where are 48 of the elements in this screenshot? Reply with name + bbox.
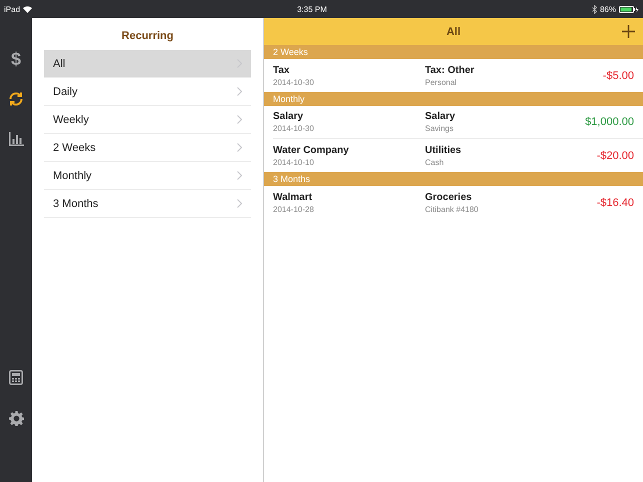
bluetooth-icon bbox=[592, 4, 597, 14]
chevron-icon bbox=[237, 143, 242, 152]
account-name: Citibank #4180 bbox=[425, 204, 480, 214]
transaction-date: 2014-10-30 bbox=[273, 124, 315, 133]
wifi-icon bbox=[23, 6, 32, 12]
bar-chart-icon[interactable] bbox=[8, 132, 24, 146]
battery-icon bbox=[619, 6, 639, 12]
chevron-icon bbox=[237, 171, 242, 180]
payee-name: Walmart bbox=[273, 192, 314, 202]
section-header: 2 Weeks bbox=[264, 45, 643, 59]
calculator-icon[interactable] bbox=[9, 370, 23, 385]
section-header: 3 Months bbox=[264, 172, 643, 186]
category-item[interactable]: Daily bbox=[44, 78, 251, 106]
sync-icon[interactable] bbox=[8, 91, 24, 107]
device-name: iPad bbox=[4, 4, 20, 14]
chevron-icon bbox=[237, 115, 242, 124]
transaction-date: 2014-10-10 bbox=[273, 158, 315, 166]
category-name: Groceries bbox=[425, 192, 473, 202]
category-name: Salary bbox=[425, 111, 456, 122]
amount: -$16.40 bbox=[596, 196, 634, 208]
account-name: Cash bbox=[425, 158, 445, 166]
clock-time: 3:35 PM bbox=[297, 4, 327, 14]
transaction-date: 2014-10-28 bbox=[273, 204, 315, 214]
category-item[interactable]: Monthly bbox=[44, 162, 251, 190]
payee-name: Water Company bbox=[273, 144, 350, 156]
category-name: Utilities bbox=[425, 144, 462, 156]
payee-name: Salary bbox=[273, 111, 304, 122]
dollar-icon[interactable]: $ bbox=[10, 50, 21, 68]
account-name: Savings bbox=[425, 124, 454, 133]
settings-icon[interactable] bbox=[8, 411, 24, 426]
battery-percentage: 86% bbox=[600, 4, 616, 14]
panel-title: Recurring bbox=[120, 29, 174, 44]
payee-name: Tax bbox=[273, 64, 290, 76]
list-title: All bbox=[446, 26, 461, 38]
category-item[interactable]: All bbox=[44, 50, 251, 78]
category-name: Tax: Other bbox=[425, 64, 476, 76]
section-header: Monthly bbox=[264, 92, 643, 106]
category-item[interactable]: 2 Weeks bbox=[44, 134, 251, 162]
chevron-icon bbox=[237, 199, 242, 208]
amount: $1,000.00 bbox=[585, 116, 634, 128]
chevron-icon bbox=[237, 87, 242, 96]
transaction-date: 2014-10-30 bbox=[273, 78, 315, 86]
amount: -$5.00 bbox=[602, 70, 634, 82]
account-name: Personal bbox=[425, 78, 458, 86]
amount: -$20.00 bbox=[596, 150, 634, 162]
category-item[interactable]: Weekly bbox=[44, 106, 251, 134]
category-item[interactable]: 3 Months bbox=[44, 190, 251, 218]
add-icon[interactable] bbox=[622, 25, 635, 38]
